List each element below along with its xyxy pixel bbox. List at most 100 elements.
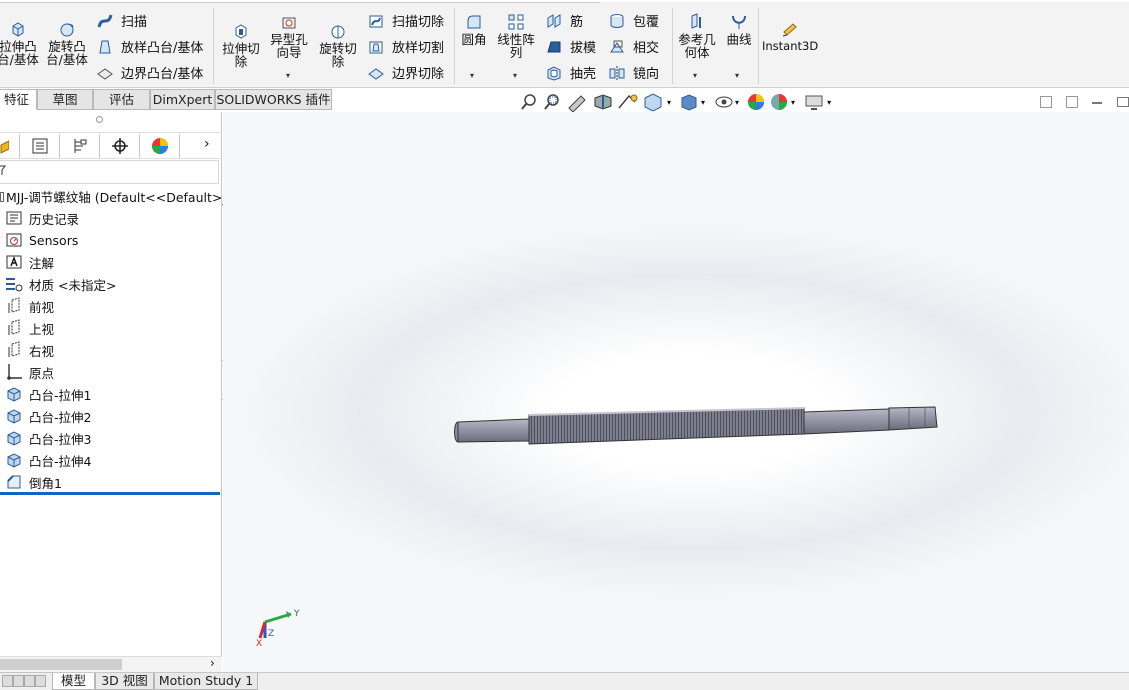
hide-show-dropdown-icon[interactable]: ▾: [735, 98, 739, 107]
dimxpert-manager-tab[interactable]: [100, 134, 140, 158]
zoom-to-fit-icon[interactable]: [519, 92, 541, 112]
dynamic-annotation-icon[interactable]: [615, 92, 641, 112]
minimize-icon[interactable]: [1092, 102, 1102, 104]
fillet-label: 圆角: [461, 32, 487, 47]
fillet-dropdown-icon[interactable]: ▾: [470, 71, 474, 80]
tree-item-boss-extrude4[interactable]: 凸台-拉伸4: [5, 449, 91, 471]
tab-evaluate[interactable]: 评估: [93, 89, 150, 110]
tree-item-top-plane[interactable]: 上视: [5, 317, 54, 339]
reference-geometry-label: 参考几 何体: [678, 32, 716, 60]
rollback-bar[interactable]: [0, 492, 220, 495]
last-tab-icon[interactable]: [35, 675, 46, 687]
tree-filter-field[interactable]: [0, 160, 219, 184]
apply-scene-icon[interactable]: [767, 92, 791, 112]
apply-scene-dropdown-icon[interactable]: ▾: [791, 98, 795, 107]
hide-show-items-icon[interactable]: [713, 92, 735, 112]
tree-item-boss-extrude3[interactable]: 凸台-拉伸3: [5, 427, 91, 449]
ribbon-separator: [213, 8, 214, 84]
part-icon: [0, 192, 4, 202]
scrollbar-thumb[interactable]: [0, 659, 122, 670]
linear-pattern-button[interactable]: 线性阵 列: [494, 13, 538, 59]
tree-item-front-plane[interactable]: 前视: [5, 295, 54, 317]
threaded-shaft-model[interactable]: [447, 398, 947, 458]
tree-root-label: MJJ-调节螺纹轴 (Default<<Default>_: [6, 190, 229, 205]
horizontal-scrollbar[interactable]: ›: [0, 656, 222, 672]
tab-solidworks-addins[interactable]: SOLIDWORKS 插件: [215, 89, 332, 110]
tree-item-chamfer1[interactable]: 倒角1: [5, 471, 62, 493]
tab-dimxpert[interactable]: DimXpert: [150, 89, 215, 110]
hole-wizard-button[interactable]: 异型孔 向导: [266, 13, 312, 59]
sweep-cut-button[interactable]: 扫描切除: [367, 11, 444, 30]
display-style-dropdown-icon[interactable]: ▾: [701, 98, 705, 107]
sweep-button[interactable]: 扫描: [96, 11, 147, 30]
loft-cut-label: 放样切割: [392, 41, 445, 56]
revolve-boss-icon: [60, 23, 74, 37]
restore-icon[interactable]: [1117, 97, 1129, 107]
edit-appearance-icon[interactable]: [745, 92, 767, 112]
linear-pattern-dropdown-icon[interactable]: ▾: [513, 71, 517, 80]
previous-view-icon[interactable]: [565, 92, 591, 112]
tree-root-part[interactable]: MJJ-调节螺纹轴 (Default<<Default>_: [0, 187, 229, 206]
loft-boss-button[interactable]: 放样凸台/基体: [96, 37, 203, 56]
property-manager-tab[interactable]: [20, 134, 60, 158]
display-manager-tab[interactable]: [140, 134, 180, 158]
view-settings-icon[interactable]: [803, 92, 825, 112]
tree-item-annotations[interactable]: 注解: [5, 251, 54, 273]
next-tab-icon[interactable]: [24, 675, 35, 687]
panel-splitter-handle[interactable]: [96, 116, 103, 123]
prev-tab-icon[interactable]: [13, 675, 24, 687]
display-style-icon[interactable]: [677, 92, 701, 112]
view-settings-dropdown-icon[interactable]: ▾: [827, 98, 831, 107]
graphics-area[interactable]: ▾ ▾ ▾ ▾ ▾ Y Z X: [223, 93, 1129, 672]
section-view-icon[interactable]: [591, 92, 615, 112]
revolve-boss-button[interactable]: 旋转凸 台/基体: [44, 20, 90, 66]
tree-item-origin[interactable]: 原点: [5, 361, 54, 383]
boundary-cut-button[interactable]: 边界切除: [367, 63, 444, 82]
boundary-boss-button[interactable]: 边界凸台/基体: [96, 63, 203, 82]
view-orientation-dropdown-icon[interactable]: ▾: [667, 98, 671, 107]
wrap-button[interactable]: 包覆: [608, 11, 659, 30]
shell-button[interactable]: 抽壳: [545, 63, 596, 82]
draft-button[interactable]: 拔模: [545, 37, 596, 56]
revolve-cut-icon: [331, 25, 345, 39]
tree-item-sensors[interactable]: Sensors: [5, 229, 78, 251]
first-tab-icon[interactable]: [2, 675, 13, 687]
tree-item-boss-extrude1[interactable]: 凸台-拉伸1: [5, 383, 91, 405]
extrude-boss-button[interactable]: 拉伸凸 台/基体: [0, 20, 40, 66]
plane-icon: [8, 297, 20, 313]
tree-item-material[interactable]: 材质 <未指定>: [5, 273, 116, 295]
tab-3d-views[interactable]: 3D 视图: [95, 673, 154, 690]
feature-manager-tab[interactable]: [0, 134, 20, 158]
instant3d-button[interactable]: Instant3D: [762, 20, 818, 53]
rib-button[interactable]: 筋: [545, 11, 583, 30]
tab-motion-study[interactable]: Motion Study 1: [154, 673, 258, 690]
reference-geometry-dropdown-icon[interactable]: ▾: [693, 71, 697, 80]
split-left-icon[interactable]: [1040, 96, 1052, 108]
revolve-cut-button[interactable]: 旋转切 除: [315, 22, 361, 68]
configuration-manager-tab[interactable]: [60, 134, 100, 158]
fillet-button[interactable]: 圆角: [456, 13, 492, 46]
tree-item-label: 前视: [29, 299, 55, 315]
intersect-button[interactable]: 相交: [608, 37, 659, 56]
tab-features[interactable]: 特征: [0, 89, 37, 110]
tab-model[interactable]: 模型: [52, 673, 95, 690]
curves-button[interactable]: 曲线: [722, 13, 756, 46]
zoom-to-area-icon[interactable]: [541, 92, 565, 112]
tab-sketch[interactable]: 草图: [37, 89, 93, 110]
chevron-right-icon[interactable]: ›: [204, 136, 210, 152]
loft-cut-button[interactable]: 放样切割: [367, 37, 444, 56]
hole-wizard-dropdown-icon[interactable]: ▾: [286, 71, 290, 80]
tree-item-history[interactable]: 历史记录: [5, 207, 79, 229]
extrude-feature-icon: [7, 409, 21, 424]
tree-item-boss-extrude2[interactable]: 凸台-拉伸2: [5, 405, 91, 427]
view-orientation-icon[interactable]: [641, 92, 667, 112]
curves-dropdown-icon[interactable]: ▾: [735, 71, 739, 80]
scroll-right-arrow-icon[interactable]: ›: [210, 656, 215, 670]
tree-item-right-plane[interactable]: 右视: [5, 339, 54, 361]
loft-boss-label: 放样凸台/基体: [121, 41, 204, 56]
split-right-icon[interactable]: [1066, 96, 1078, 108]
extrude-cut-button[interactable]: 拉伸切 除: [218, 22, 264, 68]
mirror-button[interactable]: 镜向: [608, 63, 659, 82]
reference-geometry-button[interactable]: 参考几 何体: [674, 13, 720, 59]
display-manager-icon: [151, 138, 168, 154]
